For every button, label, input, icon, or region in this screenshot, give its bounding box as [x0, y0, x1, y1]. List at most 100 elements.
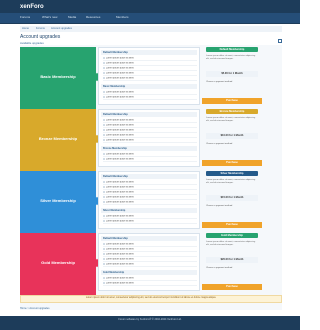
- nav-item-whats-new[interactable]: What's new: [42, 15, 57, 19]
- purchase-button[interactable]: Purchase: [202, 284, 262, 290]
- purchase-button[interactable]: Purchase: [202, 98, 262, 104]
- bullet-icon: [103, 196, 105, 198]
- price-select[interactable]: $15.00 for 1 Month: [206, 195, 258, 201]
- copyright-text: Forum software by XenForo® © 2010-2024 X…: [118, 318, 182, 321]
- feature-item: Lorem ipsum dolor sit amet: [103, 129, 197, 133]
- bullet-icon: [103, 129, 105, 131]
- feature-text: Lorem ipsum dolor sit amet: [106, 139, 134, 142]
- nav-item-members[interactable]: Members: [116, 15, 129, 19]
- purchase-side: Gold Membership Lorem ipsum dolor sit am…: [202, 233, 262, 291]
- feature-item: Lorem ipsum dolor sit amet: [103, 263, 197, 267]
- feature-item: Lorem ipsum dolor sit amet: [103, 277, 197, 281]
- feature-item: Lorem ipsum dolor sit amet: [103, 91, 197, 95]
- feature-text: Lorem ipsum dolor sit amet: [106, 282, 134, 285]
- feature-item: Lorem ipsum dolor sit amet: [103, 96, 197, 100]
- panel-header: Default Membership: [101, 112, 197, 117]
- main-nav: Forums What's new Media Resources Member…: [0, 13, 300, 23]
- feature-item: Lorem ipsum dolor sit amet: [103, 158, 197, 162]
- purchase-button[interactable]: Purchase: [202, 160, 262, 166]
- tier-banner-bronze: Bronze Membership: [20, 109, 96, 172]
- site-logo[interactable]: xenForo: [20, 4, 44, 10]
- feature-item: Lorem ipsum dolor sit amet: [103, 139, 197, 143]
- feature-item: Lorem ipsum dolor sit amet: [103, 67, 197, 71]
- feature-item: Lorem ipsum dolor sit amet: [103, 62, 197, 66]
- feature-text: Lorem ipsum dolor sit amet: [106, 201, 134, 204]
- panel-header: Default Membership: [101, 50, 197, 55]
- payment-method[interactable]: Choose a payment method: [206, 143, 258, 145]
- panel-header: Default Membership: [101, 236, 197, 241]
- feature-text: Lorem ipsum dolor sit amet: [106, 91, 134, 94]
- feature-text: Lorem ipsum dolor sit amet: [106, 62, 134, 65]
- tier-description: Lorem ipsum dolor sit amet, consectetur …: [206, 117, 256, 122]
- feature-item: Lorem ipsum dolor sit amet: [103, 243, 197, 247]
- bullet-icon: [103, 62, 105, 64]
- panel-title: Default Membership: [103, 175, 128, 178]
- purchase-side: Bronze Membership Lorem ipsum dolor sit …: [202, 109, 262, 167]
- feature-item: Lorem ipsum dolor sit amet: [103, 119, 197, 123]
- purchase-side: Default Membership Lorem ipsum dolor sit…: [202, 47, 262, 105]
- feature-text: Lorem ipsum dolor sit amet: [106, 196, 134, 199]
- price-select[interactable]: $5.00 for 1 Month: [206, 71, 258, 77]
- feature-item: Lorem ipsum dolor sit amet: [103, 201, 197, 205]
- nav-item-forums[interactable]: Forums: [20, 15, 30, 19]
- footer-breadcrumb[interactable]: Home > Account upgrades: [20, 307, 50, 310]
- breadcrumb-current[interactable]: Account upgrades: [51, 27, 72, 30]
- purchase-side: Silver Membership Lorem ipsum dolor sit …: [202, 171, 262, 229]
- feature-item: Lorem ipsum dolor sit amet: [103, 258, 197, 262]
- purchase-button[interactable]: Purchase: [202, 222, 262, 228]
- feature-item: Lorem ipsum dolor sit amet: [103, 77, 197, 81]
- feature-item: Lorem ipsum dolor sit amet: [103, 124, 197, 128]
- feature-text: Lorem ipsum dolor sit amet: [106, 243, 134, 246]
- membership-button[interactable]: Silver Membership: [206, 171, 258, 176]
- feature-text: Lorem ipsum dolor sit amet: [106, 215, 134, 218]
- nav-item-resources[interactable]: Resources: [86, 15, 100, 19]
- section-toggle-icon[interactable]: [278, 39, 282, 43]
- bullet-icon: [103, 186, 105, 188]
- bullet-icon: [103, 282, 105, 284]
- feature-text: Lorem ipsum dolor sit amet: [106, 57, 134, 60]
- bullet-icon: [103, 57, 105, 59]
- nav-item-media[interactable]: Media: [68, 15, 76, 19]
- panel-title: Default Membership: [103, 51, 128, 54]
- bullet-icon: [103, 258, 105, 260]
- payment-method[interactable]: Choose a payment method: [206, 81, 258, 83]
- price-select[interactable]: $10.00 for 1 Month: [206, 133, 258, 139]
- tier-name: Gold Membership: [41, 260, 75, 265]
- feature-text: Lorem ipsum dolor sit amet: [106, 277, 134, 280]
- feature-text: Lorem ipsum dolor sit amet: [106, 263, 134, 266]
- bullet-icon: [103, 277, 105, 279]
- feature-text: Lorem ipsum dolor sit amet: [106, 253, 134, 256]
- membership-button[interactable]: Bronze Membership: [206, 109, 258, 114]
- payment-method[interactable]: Choose a payment method: [206, 267, 258, 269]
- feature-text: Lorem ipsum dolor sit amet: [106, 258, 134, 261]
- breadcrumb-home[interactable]: Home: [22, 27, 29, 30]
- tier-name: Bronze Membership: [38, 136, 78, 141]
- bullet-icon: [103, 215, 105, 217]
- bullet-icon: [103, 243, 105, 245]
- payment-method[interactable]: Choose a payment method: [206, 205, 258, 207]
- panel-subtitle: Gold Membership: [103, 271, 125, 274]
- membership-button[interactable]: Default Membership: [206, 47, 258, 52]
- feature-item: Lorem ipsum dolor sit amet: [103, 57, 197, 61]
- bullet-icon: [103, 220, 105, 222]
- price-select[interactable]: $20.00 for 1 Month: [206, 257, 258, 263]
- breadcrumb-forums[interactable]: Forums: [36, 27, 45, 30]
- feature-text: Lorem ipsum dolor sit amet: [106, 124, 134, 127]
- panel-subheader: Gold Membership: [101, 270, 197, 275]
- feature-text: Lorem ipsum dolor sit amet: [106, 72, 134, 75]
- bullet-icon: [103, 191, 105, 193]
- feature-text: Lorem ipsum dolor sit amet: [106, 134, 134, 137]
- bullet-icon: [103, 134, 105, 136]
- panel-subtitle: Bronze Membership: [103, 147, 127, 150]
- bullet-icon: [103, 181, 105, 183]
- feature-text: Lorem ipsum dolor sit amet: [106, 67, 134, 70]
- feature-text: Lorem ipsum dolor sit amet: [106, 248, 134, 251]
- membership-button[interactable]: Gold Membership: [206, 233, 258, 238]
- feature-item: Lorem ipsum dolor sit amet: [103, 282, 197, 286]
- feature-text: Lorem ipsum dolor sit amet: [106, 186, 134, 189]
- tier-name: Basic Membership: [40, 74, 76, 79]
- notice-banner: Lorem ipsum dolor sit amet, consectetur …: [20, 295, 282, 303]
- feature-text: Lorem ipsum dolor sit amet: [106, 191, 134, 194]
- panel-subheader: Bronze Membership: [101, 146, 197, 151]
- features-panel: Default Membership Lorem ipsum dolor sit…: [98, 47, 200, 105]
